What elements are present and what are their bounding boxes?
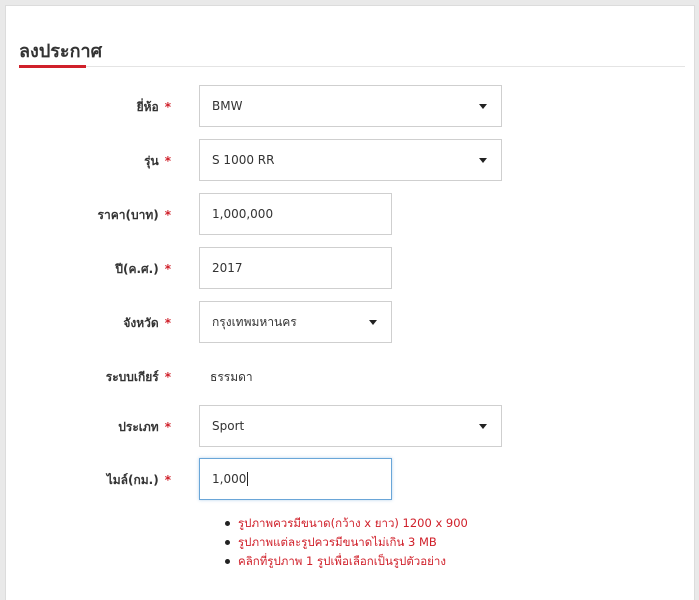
required-mark: * [164,370,171,384]
brand-select-value: BMW [212,99,243,113]
title-accent-bar [19,65,86,68]
type-label: ประเภท * [118,420,171,434]
chevron-down-icon [369,319,377,325]
model-select[interactable]: S 1000 RR [199,139,502,181]
gear-system-value: ธรรมดา [210,370,253,384]
post-ad-card: ลงประกาศ ยี่ห้อ * BMW รุ่น * S 1000 RR ราค… [5,5,695,600]
year-input-value: 2017 [212,261,243,275]
required-mark: * [164,262,171,276]
price-input[interactable]: 1,000,000 [199,193,392,235]
required-mark: * [164,154,171,168]
required-mark: * [164,420,171,434]
page-title: ลงประกาศ [19,41,103,62]
province-select-value: กรุงเทพมหานคร [212,314,297,329]
province-label: จังหวัด * [123,316,171,330]
required-mark: * [164,208,171,222]
gear-system-label: ระบบเกียร์ * [105,370,171,384]
price-input-value: 1,000,000 [212,207,274,221]
mileage-input-value: 1,000 [212,471,249,487]
list-item: รูปภาพแต่ละรูปควรมีขนาดไม่เกิน 3 MB [224,533,468,552]
model-select-value: S 1000 RR [212,153,275,167]
list-item: คลิกที่รูปภาพ 1 รูปเพื่อเลือกเป็นรูปตัวอ… [224,552,468,571]
price-label: ราคา(บาท) * [97,208,171,222]
chevron-down-icon [479,423,487,429]
type-select[interactable]: Sport [199,405,502,447]
chevron-down-icon [479,157,487,163]
chevron-down-icon [479,103,487,109]
brand-label: ยี่ห้อ * [136,100,171,114]
brand-select[interactable]: BMW [199,85,502,127]
mileage-input[interactable]: 1,000 [199,458,392,500]
list-item: รูปภาพควรมีขนาด(กว้าง x ยาว) 1200 x 900 [224,514,468,533]
province-select[interactable]: กรุงเทพมหานคร [199,301,392,343]
type-select-value: Sport [212,419,245,433]
model-label: รุ่น * [144,154,171,168]
required-mark: * [164,316,171,330]
image-guidelines-list: รูปภาพควรมีขนาด(กว้าง x ยาว) 1200 x 900 … [224,514,468,571]
title-divider [19,66,685,67]
year-label: ปี(ค.ศ.) * [115,262,171,276]
required-mark: * [164,100,171,114]
year-input[interactable]: 2017 [199,247,392,289]
mileage-label: ไมล์(กม.) * [106,473,171,487]
required-mark: * [164,473,171,487]
text-cursor [247,472,249,487]
